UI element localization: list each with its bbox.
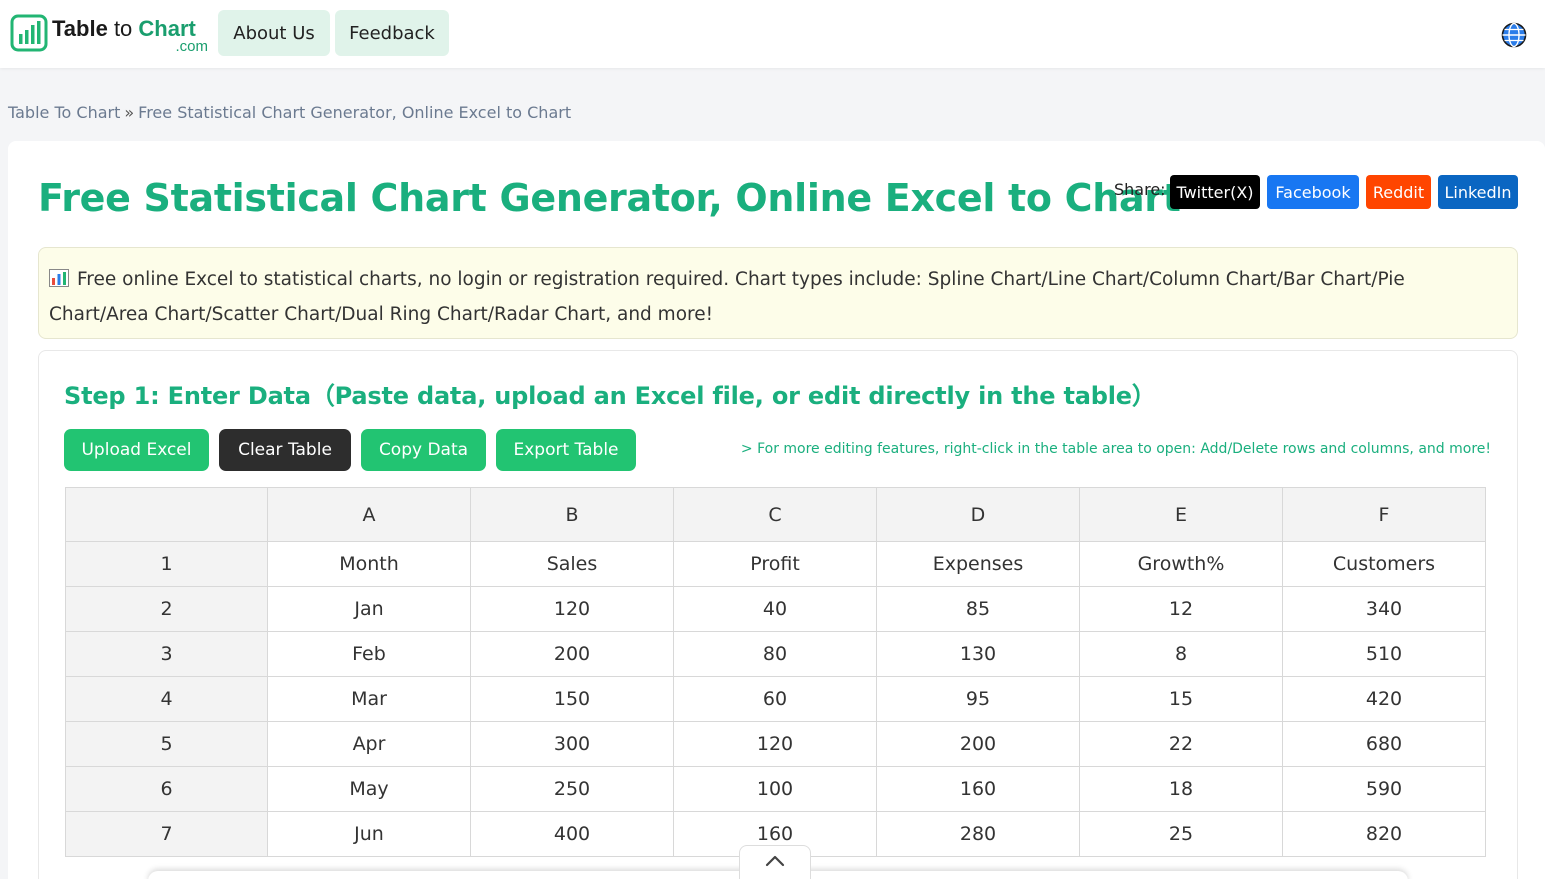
table-cell[interactable]: 8 bbox=[1079, 631, 1283, 677]
breadcrumb-current: Free Statistical Chart Generator, Online… bbox=[138, 103, 572, 122]
logo-domain: .com bbox=[175, 38, 208, 55]
table-cell[interactable]: 340 bbox=[1282, 586, 1486, 632]
share-facebook-button[interactable]: Facebook bbox=[1267, 175, 1359, 209]
table-row: 1 Month Sales Profit Expenses Growth% Cu… bbox=[65, 541, 1486, 587]
clear-table-button[interactable]: Clear Table bbox=[219, 429, 351, 471]
table-cell[interactable]: 590 bbox=[1282, 766, 1486, 812]
upload-excel-button[interactable]: Upload Excel bbox=[64, 429, 209, 471]
table-cell[interactable]: 150 bbox=[470, 676, 674, 722]
table-row: 5 Apr 300 120 200 22 680 bbox=[65, 721, 1486, 767]
table-cell[interactable]: 510 bbox=[1282, 631, 1486, 677]
table-cell[interactable]: 25 bbox=[1079, 811, 1283, 857]
table-cell[interactable]: Sales bbox=[470, 541, 674, 587]
site-header: Table to Chart .com About Us Feedback bbox=[0, 0, 1545, 68]
table-row: 3 Feb 200 80 130 8 510 bbox=[65, 631, 1486, 677]
table-cell[interactable]: 18 bbox=[1079, 766, 1283, 812]
column-header[interactable]: E bbox=[1079, 487, 1283, 542]
row-header[interactable]: 3 bbox=[65, 631, 268, 677]
chevron-up-icon bbox=[765, 855, 785, 867]
share-twitter-button[interactable]: Twitter(X) bbox=[1170, 175, 1260, 209]
table-cell[interactable]: 300 bbox=[470, 721, 674, 767]
column-header[interactable]: D bbox=[876, 487, 1080, 542]
table-cell[interactable]: 120 bbox=[673, 721, 877, 767]
table-cell[interactable]: Expenses bbox=[876, 541, 1080, 587]
page-title: Free Statistical Chart Generator, Online… bbox=[38, 176, 1181, 220]
nav-feedback[interactable]: Feedback bbox=[335, 10, 449, 56]
bar-chart-logo-icon bbox=[10, 14, 48, 52]
table-cell[interactable]: 130 bbox=[876, 631, 1080, 677]
table-cell[interactable]: 200 bbox=[876, 721, 1080, 767]
table-cell[interactable]: Profit bbox=[673, 541, 877, 587]
table-cell[interactable]: May bbox=[267, 766, 471, 812]
logo-name: Table to Chart bbox=[52, 16, 196, 41]
step1-title: Step 1: Enter Data（Paste data, upload an… bbox=[64, 382, 1156, 410]
table-cell[interactable]: Jan bbox=[267, 586, 471, 632]
column-header[interactable]: B bbox=[470, 487, 674, 542]
share-linkedin-button[interactable]: LinkedIn bbox=[1438, 175, 1518, 209]
table-cell[interactable]: 160 bbox=[876, 766, 1080, 812]
table-cell[interactable]: 680 bbox=[1282, 721, 1486, 767]
table-cell[interactable]: 400 bbox=[470, 811, 674, 857]
column-header-row: A B C D E F bbox=[65, 487, 1486, 542]
table-cell[interactable]: 40 bbox=[673, 586, 877, 632]
table-cell[interactable]: 12 bbox=[1079, 586, 1283, 632]
bar-chart-icon bbox=[49, 269, 69, 287]
data-table[interactable]: A B C D E F 1 Month Sales Profit Expense… bbox=[65, 487, 1486, 857]
table-cell[interactable]: 820 bbox=[1282, 811, 1486, 857]
copy-data-button[interactable]: Copy Data bbox=[361, 429, 486, 471]
table-cell[interactable]: Customers bbox=[1282, 541, 1486, 587]
table-cell[interactable]: 22 bbox=[1079, 721, 1283, 767]
row-header[interactable]: 6 bbox=[65, 766, 268, 812]
table-cell[interactable]: Feb bbox=[267, 631, 471, 677]
site-logo[interactable]: Table to Chart .com bbox=[10, 12, 210, 58]
table-cell[interactable]: 200 bbox=[470, 631, 674, 677]
editing-hint: > For more editing features, right-click… bbox=[740, 441, 1491, 457]
table-cell[interactable]: 250 bbox=[470, 766, 674, 812]
table-cell[interactable]: 280 bbox=[876, 811, 1080, 857]
share-label: Share: bbox=[1114, 180, 1166, 199]
export-table-button[interactable]: Export Table bbox=[496, 429, 636, 471]
table-cell[interactable]: 85 bbox=[876, 586, 1080, 632]
row-header[interactable]: 2 bbox=[65, 586, 268, 632]
nav-about-us[interactable]: About Us bbox=[218, 10, 330, 56]
table-row: 2 Jan 120 40 85 12 340 bbox=[65, 586, 1486, 632]
table-cell[interactable]: Jun bbox=[267, 811, 471, 857]
table-cell[interactable]: 15 bbox=[1079, 676, 1283, 722]
table-cell[interactable]: Month bbox=[267, 541, 471, 587]
table-cell[interactable]: 95 bbox=[876, 676, 1080, 722]
column-header[interactable]: F bbox=[1282, 487, 1486, 542]
table-row: 4 Mar 150 60 95 15 420 bbox=[65, 676, 1486, 722]
breadcrumb-separator: » bbox=[124, 103, 135, 122]
table-cell[interactable]: 80 bbox=[673, 631, 877, 677]
share-reddit-button[interactable]: Reddit bbox=[1366, 175, 1431, 209]
table-cell[interactable]: Apr bbox=[267, 721, 471, 767]
table-row: 6 May 250 100 160 18 590 bbox=[65, 766, 1486, 812]
row-header[interactable]: 1 bbox=[65, 541, 268, 587]
row-header[interactable]: 4 bbox=[65, 676, 268, 722]
row-header[interactable]: 5 bbox=[65, 721, 268, 767]
breadcrumb: Table To Chart» Free Statistical Chart Ge… bbox=[8, 103, 571, 122]
table-cell[interactable]: 420 bbox=[1282, 676, 1486, 722]
column-header[interactable]: C bbox=[673, 487, 877, 542]
table-cell[interactable]: 60 bbox=[673, 676, 877, 722]
row-header[interactable]: 7 bbox=[65, 811, 268, 857]
expand-drawer-button[interactable] bbox=[739, 845, 811, 879]
table-cell[interactable]: 100 bbox=[673, 766, 877, 812]
column-header[interactable]: A bbox=[267, 487, 471, 542]
corner-cell[interactable] bbox=[65, 487, 268, 542]
table-cell[interactable]: Growth% bbox=[1079, 541, 1283, 587]
breadcrumb-home[interactable]: Table To Chart bbox=[8, 103, 120, 122]
table-cell[interactable]: Mar bbox=[267, 676, 471, 722]
globe-icon[interactable] bbox=[1501, 22, 1527, 48]
table-cell[interactable]: 120 bbox=[470, 586, 674, 632]
info-notice: Free online Excel to statistical charts,… bbox=[38, 247, 1518, 339]
notice-text: Free online Excel to statistical charts,… bbox=[49, 269, 1405, 325]
